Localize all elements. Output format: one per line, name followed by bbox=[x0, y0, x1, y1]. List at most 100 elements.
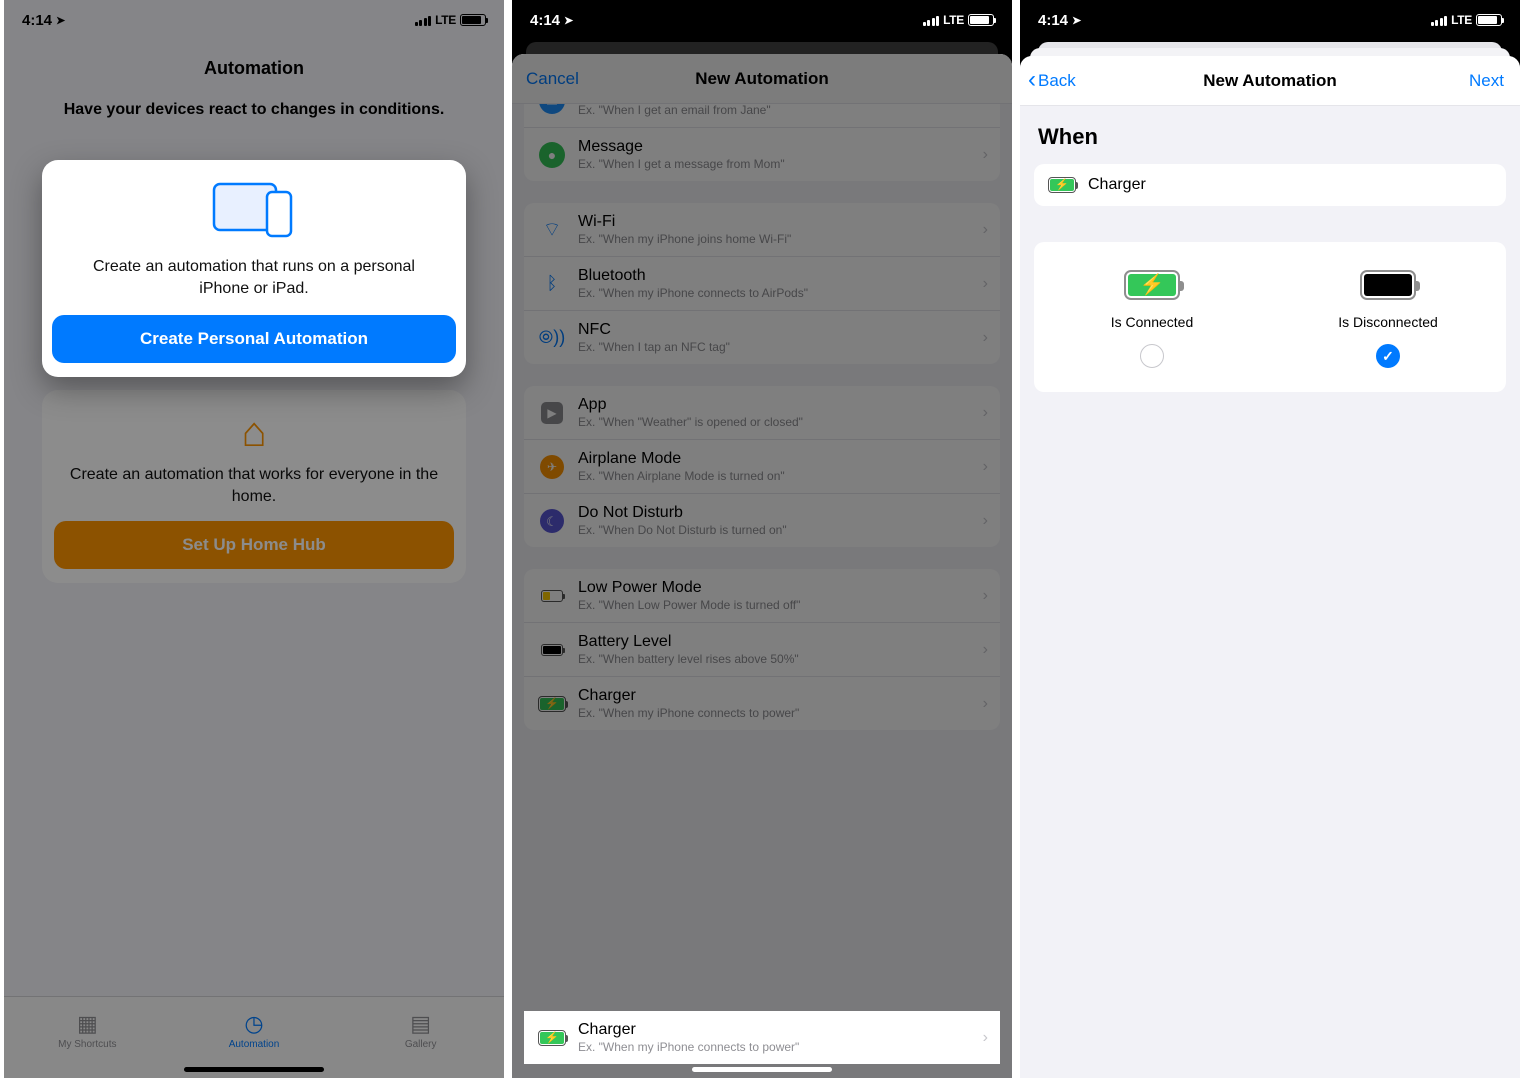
row-example: Ex. "When my iPhone connects to power" bbox=[578, 1040, 977, 1054]
screen-automation-sheet: 4:14 ➤ LTE Automation Have your devices … bbox=[0, 0, 508, 1078]
row-example: Ex. "When Airplane Mode is turned on" bbox=[578, 469, 977, 483]
trigger-row-message[interactable]: ● MessageEx. "When I get a message from … bbox=[524, 128, 1000, 181]
battery-full-icon bbox=[1360, 270, 1416, 300]
trigger-row-bluetooth[interactable]: ᛒ BluetoothEx. "When my iPhone connects … bbox=[524, 257, 1000, 311]
sheet-nav-bar: ‹ Back New Automation Next bbox=[1020, 56, 1520, 106]
row-example: Ex. "When "Weather" is opened or closed" bbox=[578, 415, 977, 429]
battery-charging-icon: ⚡ bbox=[1124, 270, 1180, 300]
sheet-nav-bar: Cancel New Automation bbox=[512, 54, 1012, 104]
chevron-right-icon: › bbox=[983, 1029, 988, 1047]
email-icon: ✉ bbox=[536, 104, 568, 117]
trigger-row-airplane[interactable]: ✈ Airplane ModeEx. "When Airplane Mode i… bbox=[524, 440, 1000, 494]
chevron-right-icon: › bbox=[983, 221, 988, 239]
row-example: Ex. "When my iPhone connects to AirPods" bbox=[578, 286, 977, 300]
status-bar: 4:14 ➤ LTE bbox=[512, 0, 1012, 40]
row-example: Ex. "When my iPhone joins home Wi-Fi" bbox=[578, 232, 977, 246]
row-title: NFC bbox=[578, 321, 977, 339]
sheet-title: New Automation bbox=[1203, 71, 1336, 91]
svg-text:✈: ✈ bbox=[547, 460, 557, 474]
dnd-icon: ☾ bbox=[536, 505, 568, 537]
charger-config-sheet: ‹ Back New Automation Next When ⚡ Charge… bbox=[1020, 56, 1520, 1078]
row-title: Battery Level bbox=[578, 633, 977, 651]
row-example: Ex. "When I get a message from Mom" bbox=[578, 157, 977, 171]
trigger-row-email[interactable]: ✉ EmailEx. "When I get an email from Jan… bbox=[524, 104, 1000, 128]
cellular-bars-icon bbox=[923, 15, 940, 26]
trigger-row-charger-hidden[interactable]: ⚡ ChargerEx. "When my iPhone connects to… bbox=[524, 677, 1000, 730]
selected-trigger-label: Charger bbox=[1088, 176, 1146, 194]
next-button[interactable]: Next bbox=[1469, 71, 1504, 91]
row-title: App bbox=[578, 396, 977, 414]
back-label: Back bbox=[1038, 71, 1076, 91]
bluetooth-icon: ᛒ bbox=[536, 268, 568, 300]
chevron-right-icon: › bbox=[983, 329, 988, 347]
chevron-right-icon: › bbox=[983, 275, 988, 293]
row-example: Ex. "When Low Power Mode is turned off" bbox=[578, 598, 977, 612]
trigger-row-dnd[interactable]: ☾ Do Not DisturbEx. "When Do Not Disturb… bbox=[524, 494, 1000, 547]
location-arrow-icon: ➤ bbox=[1072, 14, 1081, 27]
cellular-bars-icon bbox=[1431, 15, 1448, 26]
chevron-right-icon: › bbox=[983, 512, 988, 530]
radio-unchecked[interactable] bbox=[1140, 344, 1164, 368]
chevron-right-icon: › bbox=[983, 104, 988, 110]
create-automation-popover: Create an automation that runs on a pers… bbox=[42, 160, 466, 377]
row-example: Ex. "When I tap an NFC tag" bbox=[578, 340, 977, 354]
row-title: Bluetooth bbox=[578, 267, 977, 285]
back-button[interactable]: ‹ Back bbox=[1028, 71, 1076, 91]
airplane-icon: ✈ bbox=[536, 451, 568, 483]
create-personal-automation-button[interactable]: Create Personal Automation bbox=[52, 315, 456, 363]
charger-icon: ⚡ bbox=[536, 688, 568, 720]
home-indicator[interactable] bbox=[692, 1067, 832, 1072]
row-title: Charger bbox=[578, 687, 977, 705]
trigger-list[interactable]: ✉ EmailEx. "When I get an email from Jan… bbox=[512, 104, 1012, 1078]
svg-text:●: ● bbox=[548, 147, 556, 163]
option-is-disconnected[interactable]: Is Disconnected bbox=[1270, 270, 1506, 368]
charger-icon: ⚡ bbox=[536, 1022, 568, 1054]
low-power-icon bbox=[536, 580, 568, 612]
cancel-button[interactable]: Cancel bbox=[526, 69, 579, 89]
status-time: 4:14 bbox=[1038, 12, 1068, 29]
location-arrow-icon: ➤ bbox=[564, 14, 573, 27]
nfc-icon: ⦾)) bbox=[536, 322, 568, 354]
status-time: 4:14 bbox=[530, 12, 560, 29]
row-example: Ex. "When Do Not Disturb is turned on" bbox=[578, 523, 977, 537]
trigger-row-charger[interactable]: ⚡ ChargerEx. "When my iPhone connects to… bbox=[524, 1011, 1000, 1064]
screen-charger-config: 4:14 ➤ LTE ‹ Back New Automation Next Wh… bbox=[1016, 0, 1524, 1078]
trigger-row-low-power[interactable]: Low Power ModeEx. "When Low Power Mode i… bbox=[524, 569, 1000, 623]
trigger-row-nfc[interactable]: ⦾)) NFCEx. "When I tap an NFC tag" › bbox=[524, 311, 1000, 364]
app-icon: ▶ bbox=[536, 397, 568, 429]
trigger-row-app[interactable]: ▶ AppEx. "When "Weather" is opened or cl… bbox=[524, 386, 1000, 440]
battery-icon bbox=[968, 14, 994, 26]
battery-icon bbox=[1476, 14, 1502, 26]
row-title: Do Not Disturb bbox=[578, 504, 977, 522]
trigger-row-wifi[interactable]: ⌔ Wi-FiEx. "When my iPhone joins home Wi… bbox=[524, 203, 1000, 257]
row-example: Ex. "When battery level rises above 50%" bbox=[578, 652, 977, 666]
wifi-icon: ⌔ bbox=[536, 214, 568, 246]
row-title: Airplane Mode bbox=[578, 450, 977, 468]
row-title: Wi-Fi bbox=[578, 213, 977, 231]
chevron-right-icon: › bbox=[983, 404, 988, 422]
carrier-label: LTE bbox=[943, 13, 964, 27]
svg-text:✉: ✉ bbox=[546, 104, 558, 109]
option-is-connected[interactable]: ⚡ Is Connected bbox=[1034, 270, 1270, 368]
row-title: Low Power Mode bbox=[578, 579, 977, 597]
chevron-right-icon: › bbox=[983, 641, 988, 659]
trigger-row-battery-level[interactable]: Battery LevelEx. "When battery level ris… bbox=[524, 623, 1000, 677]
chevron-left-icon: ‹ bbox=[1028, 72, 1036, 89]
selected-trigger-row: ⚡ Charger bbox=[1034, 164, 1506, 206]
message-icon: ● bbox=[536, 139, 568, 171]
row-example: Ex. "When my iPhone connects to power" bbox=[578, 706, 977, 720]
option-label: Is Connected bbox=[1111, 314, 1194, 330]
trigger-picker-sheet: Cancel New Automation ✉ EmailEx. "When I… bbox=[512, 54, 1012, 1078]
charger-icon: ⚡ bbox=[1048, 177, 1076, 193]
when-heading: When bbox=[1034, 124, 1506, 150]
home-indicator[interactable] bbox=[184, 1067, 324, 1072]
battery-level-icon bbox=[536, 634, 568, 666]
row-example: Ex. "When I get an email from Jane" bbox=[578, 104, 977, 117]
chevron-right-icon: › bbox=[983, 587, 988, 605]
popover-text: Create an automation that runs on a pers… bbox=[52, 256, 456, 299]
svg-text:☾: ☾ bbox=[546, 514, 558, 529]
status-bar: 4:14 ➤ LTE bbox=[1020, 0, 1520, 40]
sheet-title: New Automation bbox=[695, 69, 828, 89]
radio-checked[interactable] bbox=[1376, 344, 1400, 368]
devices-icon bbox=[52, 178, 456, 240]
